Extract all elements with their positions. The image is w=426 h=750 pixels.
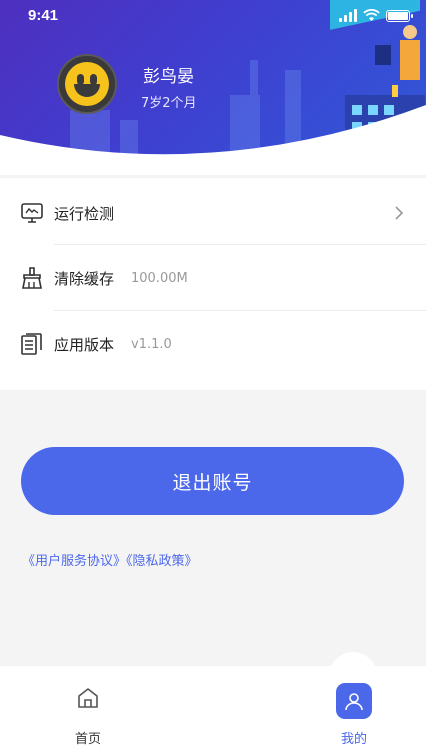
home-icon bbox=[78, 688, 98, 708]
broom-icon bbox=[22, 267, 42, 289]
status-time: 9:41 bbox=[28, 7, 59, 24]
menu-item-label: 清除缓存 bbox=[54, 269, 115, 288]
battery-icon bbox=[386, 10, 413, 22]
signal-icon bbox=[339, 9, 357, 22]
tab-mine-badge bbox=[336, 683, 372, 719]
tab-home-label: 首页 bbox=[74, 732, 101, 747]
tab-mine-label: 我的 bbox=[340, 732, 367, 747]
smiley-face-icon bbox=[65, 62, 109, 106]
menu-item-run-check[interactable]: 运行检测 bbox=[0, 180, 426, 246]
settings-menu: 运行检测 清除缓存 100.00M 应用版本 v1.1.0 bbox=[0, 178, 426, 390]
menu-item-clear-cache[interactable]: 清除缓存 100.00M bbox=[0, 245, 426, 311]
monitor-icon bbox=[21, 203, 43, 223]
avatar[interactable] bbox=[57, 54, 117, 114]
tab-bar: 首页 我的 bbox=[0, 666, 426, 750]
tab-home[interactable]: 首页 bbox=[48, 666, 128, 750]
tab-mine[interactable]: 我的 bbox=[314, 666, 394, 750]
documents-icon bbox=[21, 333, 42, 355]
privacy-policy-link[interactable]: 《隐私政策》 bbox=[126, 554, 198, 569]
menu-item-label: 运行检测 bbox=[54, 204, 115, 223]
status-icons bbox=[339, 9, 413, 22]
chevron-right-icon bbox=[395, 206, 404, 220]
user-service-agreement-link[interactable]: 《用户服务协议》 bbox=[22, 554, 126, 569]
status-bar: 9:41 bbox=[0, 0, 426, 34]
menu-item-label: 应用版本 bbox=[54, 335, 115, 354]
menu-item-app-version[interactable]: 应用版本 v1.1.0 bbox=[0, 311, 426, 377]
logout-button[interactable]: 退出账号 bbox=[21, 447, 404, 515]
wifi-icon bbox=[363, 9, 380, 21]
user-age: 7岁2个月 bbox=[141, 96, 197, 111]
user-name: 彭鸟晏 bbox=[143, 67, 194, 87]
app-version-value: v1.1.0 bbox=[131, 336, 172, 352]
cache-size-value: 100.00M bbox=[131, 270, 188, 286]
user-icon bbox=[345, 693, 363, 711]
agreement-links: 《用户服务协议》《隐私政策》 bbox=[22, 550, 198, 569]
